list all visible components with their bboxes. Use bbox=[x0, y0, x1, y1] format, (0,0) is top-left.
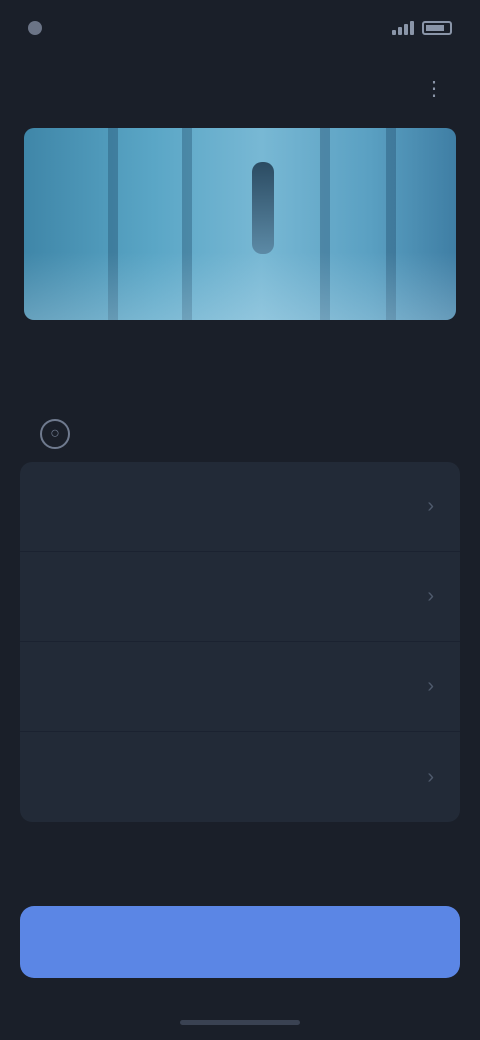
list-item[interactable]: › bbox=[20, 642, 460, 732]
chevron-right-icon: › bbox=[427, 675, 434, 697]
status-app-icon bbox=[28, 21, 42, 35]
hero-floor bbox=[24, 252, 456, 320]
header: ⋮ bbox=[0, 60, 480, 116]
primary-action-button[interactable] bbox=[20, 906, 460, 978]
chevron-right-icon: › bbox=[427, 495, 434, 517]
status-right bbox=[384, 21, 452, 35]
list-item[interactable]: › bbox=[20, 732, 460, 822]
signal-icon bbox=[392, 21, 414, 35]
circle-icon: ○ bbox=[40, 419, 70, 449]
list-item[interactable]: › bbox=[20, 462, 460, 552]
status-left bbox=[28, 21, 52, 35]
chevron-right-icon: › bbox=[427, 585, 434, 607]
home-indicator[interactable] bbox=[180, 1020, 300, 1025]
list-item[interactable]: › bbox=[20, 552, 460, 642]
status-bar bbox=[0, 0, 480, 56]
hero-figure bbox=[252, 162, 274, 254]
hero-image bbox=[24, 128, 456, 320]
settings-list: › › › › bbox=[20, 462, 460, 822]
more-icon[interactable]: ⋮ bbox=[422, 76, 446, 100]
chevron-right-icon: › bbox=[427, 765, 434, 788]
option-row[interactable]: ○ bbox=[40, 412, 440, 456]
meta-row bbox=[38, 332, 442, 366]
battery-icon bbox=[422, 21, 452, 35]
